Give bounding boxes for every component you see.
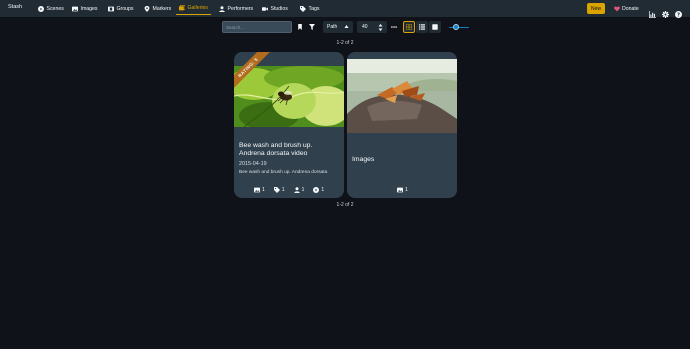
- pagination-count-top: 1-2 of 2: [336, 40, 354, 46]
- settings-button[interactable]: [662, 5, 669, 18]
- gallery-thumbnail[interactable]: [234, 66, 344, 127]
- svg-text:?: ?: [677, 12, 680, 18]
- zoom-slider[interactable]: [449, 26, 469, 28]
- gallery-date: 2015-04-19: [239, 161, 267, 167]
- nav-item-studios[interactable]: Studios: [259, 2, 291, 15]
- image-count: 1: [405, 187, 408, 193]
- zoom-slider-handle[interactable]: [453, 24, 459, 30]
- image-icon: [397, 187, 403, 193]
- nav-label: Tags: [308, 5, 320, 12]
- tag-icon: [273, 187, 280, 193]
- chart-icon: [649, 11, 656, 18]
- tag-count-button[interactable]: 1: [273, 186, 285, 194]
- nav-label: Galleries: [187, 5, 208, 11]
- performer-count: 1: [301, 187, 305, 193]
- updown-icon: [378, 23, 383, 31]
- saved-filters-button[interactable]: [296, 23, 304, 31]
- images-icon: [179, 5, 185, 11]
- scene-count: 1: [321, 187, 325, 193]
- grid-view-button[interactable]: [403, 21, 415, 33]
- nav-item-markers[interactable]: Markers: [141, 2, 174, 15]
- video-icon: [262, 6, 268, 11]
- performer-count-button[interactable]: 1: [293, 186, 305, 194]
- map-marker-icon: [144, 5, 150, 12]
- per-page-value: 40: [362, 24, 368, 30]
- ellipsis-icon: [391, 26, 397, 28]
- sort-by-value: Path: [327, 24, 338, 30]
- sort-direction-icon[interactable]: [344, 24, 349, 29]
- filter-icon: [309, 24, 315, 30]
- image-count: 1: [262, 187, 265, 193]
- nav-label: Scenes: [46, 5, 64, 12]
- wall-view-button[interactable]: [429, 21, 441, 33]
- nav-label: Studios: [270, 5, 288, 12]
- gallery-card[interactable]: RATING: 5 Bee wash and brush up. Andrena…: [234, 52, 344, 198]
- help-button[interactable]: ?: [675, 5, 682, 18]
- filter-button[interactable]: [308, 23, 316, 31]
- gallery-description: Bee wash and brush up. Andrena dorsata: [239, 170, 328, 175]
- nav-item-groups[interactable]: Groups: [105, 2, 137, 15]
- image-icon: [254, 187, 260, 193]
- new-button[interactable]: New: [587, 3, 605, 14]
- list-icon: [419, 24, 425, 30]
- per-page-select[interactable]: 40: [357, 21, 387, 33]
- top-navbar: Stash Scenes Images Groups Markers Galle…: [0, 0, 690, 18]
- gallery-stats: 1 1 1 1: [254, 186, 333, 194]
- square-icon: [432, 24, 438, 30]
- gallery-stats: 1: [397, 186, 417, 194]
- pagination-count-bottom: 1-2 of 2: [336, 202, 354, 208]
- gear-icon: [662, 11, 669, 18]
- tag-count: 1: [281, 187, 285, 193]
- gallery-card[interactable]: Images 1: [347, 52, 457, 198]
- play-circle-icon: [313, 187, 320, 193]
- grid-icon: [406, 24, 412, 30]
- bookmark-icon: [298, 24, 302, 30]
- nav-label: Performers: [227, 5, 254, 12]
- tag-icon: [300, 5, 306, 12]
- gallery-thumbnail[interactable]: [347, 59, 457, 133]
- leaves-on-rock-image: [347, 59, 457, 133]
- help-icon: ?: [675, 11, 682, 18]
- nav-item-galleries[interactable]: Galleries: [176, 2, 211, 15]
- image-icon: [72, 6, 78, 11]
- list-toolbar: Path 40: [0, 20, 690, 34]
- heart-icon: [614, 5, 620, 11]
- image-count-button[interactable]: 1: [397, 186, 408, 194]
- nav-item-images[interactable]: Images: [69, 2, 101, 15]
- search-input[interactable]: [222, 21, 292, 33]
- sort-by-select[interactable]: Path: [323, 21, 353, 33]
- user-icon: [293, 187, 300, 193]
- gallery-title[interactable]: Bee wash and brush up. Andrena dorsata v…: [239, 142, 339, 158]
- gallery-title[interactable]: Images: [352, 156, 452, 164]
- brand-logo[interactable]: Stash: [8, 4, 22, 10]
- image-count-button[interactable]: 1: [254, 186, 265, 194]
- play-circle-icon: [38, 5, 44, 12]
- nav-label: Groups: [116, 5, 134, 12]
- scene-count-button[interactable]: 1: [313, 186, 324, 194]
- film-icon: [108, 6, 114, 11]
- nav-item-scenes[interactable]: Scenes: [35, 2, 67, 15]
- stats-button[interactable]: [649, 5, 656, 18]
- donate-label: Donate: [622, 5, 639, 12]
- nav-label: Markers: [152, 5, 172, 12]
- list-view-button[interactable]: [416, 21, 428, 33]
- bee-on-leaf-image: [234, 66, 344, 127]
- user-icon: [219, 5, 225, 12]
- more-options-button[interactable]: [390, 23, 398, 31]
- nav-item-performers[interactable]: Performers: [216, 2, 256, 15]
- nav-item-tags[interactable]: Tags: [297, 2, 322, 15]
- donate-link[interactable]: Donate: [614, 3, 639, 14]
- nav-label: Images: [80, 5, 98, 12]
